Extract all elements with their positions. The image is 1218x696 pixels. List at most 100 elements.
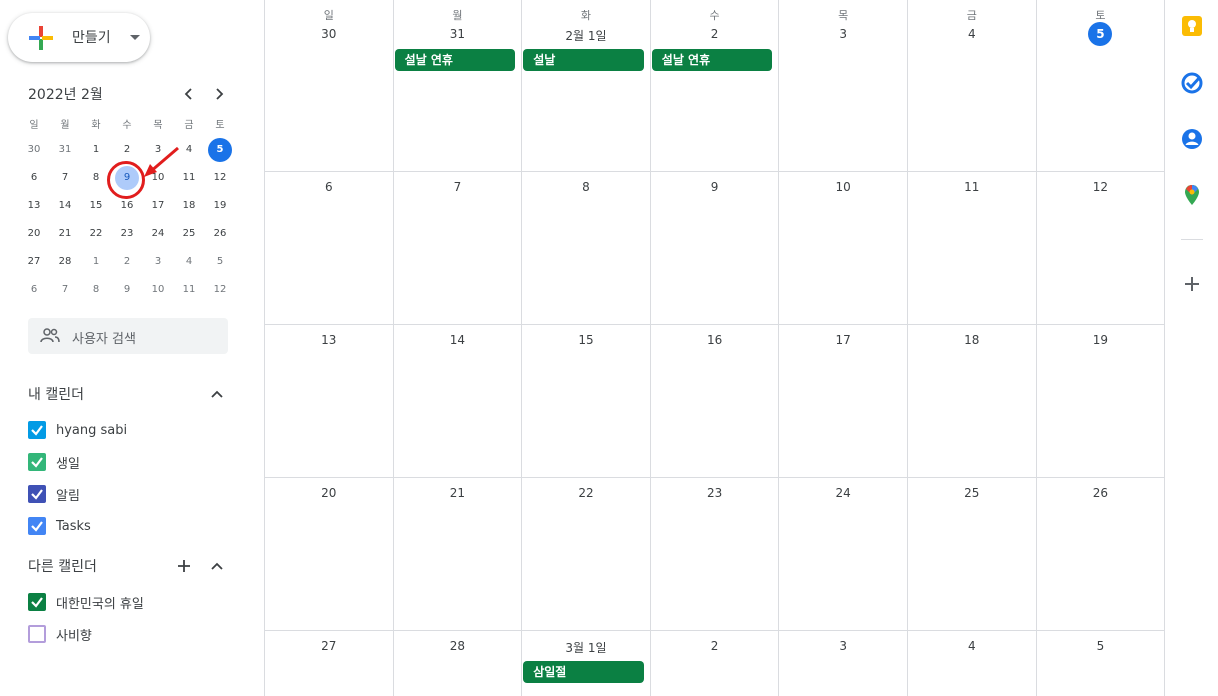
event-chip[interactable]: 설날 연휴 [394,49,516,71]
day-cell[interactable]: 20 [265,478,394,630]
day-cell[interactable]: 27 [265,631,394,696]
mini-day-cell[interactable]: 19 [205,194,235,218]
mini-day-cell[interactable]: 28 [50,250,80,274]
mini-day-cell[interactable]: 21 [50,222,80,246]
day-cell[interactable]: 12 [1037,172,1166,324]
calendar-checkbox[interactable] [28,593,46,611]
day-number[interactable]: 17 [836,333,851,347]
mini-day-cell[interactable]: 1 [81,250,111,274]
day-number[interactable]: 26 [1093,486,1108,500]
day-cell[interactable]: 14 [394,325,523,477]
day-number[interactable]: 27 [321,639,336,653]
day-cell[interactable]: 16 [651,325,780,477]
day-number[interactable]: 4 [968,639,976,653]
day-cell[interactable]: 2 [651,631,780,696]
day-number[interactable]: 16 [707,333,722,347]
mini-day-cell[interactable]: 20 [19,222,49,246]
mini-day-cell[interactable]: 13 [19,194,49,218]
mini-next-month-button[interactable] [209,84,229,104]
day-cell[interactable]: 13 [265,325,394,477]
day-number[interactable]: 19 [1093,333,1108,347]
mini-day-cell[interactable]: 3 [143,250,173,274]
mini-day-cell[interactable]: 14 [50,194,80,218]
day-number[interactable]: 4 [968,27,976,41]
mini-day-cell[interactable]: 5 [205,138,235,162]
mini-day-cell[interactable]: 4 [174,250,204,274]
day-number[interactable]: 3월 1일 [565,641,606,655]
mini-day-cell[interactable]: 23 [112,222,142,246]
day-number[interactable]: 23 [707,486,722,500]
day-number[interactable]: 24 [836,486,851,500]
day-cell[interactable]: 24 [779,478,908,630]
day-number[interactable]: 7 [454,180,462,194]
calendar-list-item[interactable]: 사비향 [28,622,92,646]
day-cell[interactable]: 4 [908,631,1037,696]
day-cell[interactable]: 목3 [779,0,908,171]
day-cell[interactable]: 28 [394,631,523,696]
day-cell[interactable]: 금4 [908,0,1037,171]
calendar-list-item[interactable]: 대한민국의 휴일 [28,590,144,614]
mini-day-cell[interactable]: 2 [112,138,142,162]
mini-day-cell[interactable]: 6 [19,166,49,190]
day-number[interactable]: 2 [711,27,719,41]
day-number[interactable]: 14 [450,333,465,347]
add-addon-icon[interactable] [1181,273,1203,295]
day-cell[interactable]: 22 [522,478,651,630]
calendar-list-item[interactable]: 알림 [28,482,80,506]
day-cell[interactable]: 5 [1037,631,1166,696]
mini-day-cell[interactable]: 24 [143,222,173,246]
day-number[interactable]: 10 [836,180,851,194]
day-number[interactable]: 3 [839,639,847,653]
mini-day-cell[interactable]: 31 [50,138,80,162]
calendar-list-item[interactable]: hyang sabi [28,418,127,442]
mini-day-cell[interactable]: 2 [112,250,142,274]
mini-day-cell[interactable]: 8 [81,278,111,302]
day-number[interactable]: 2 [711,639,719,653]
mini-day-cell[interactable]: 7 [50,278,80,302]
day-cell[interactable]: 3 [779,631,908,696]
day-cell[interactable]: 17 [779,325,908,477]
day-cell[interactable]: 6 [265,172,394,324]
keep-icon[interactable] [1181,15,1203,37]
mini-day-cell[interactable]: 7 [50,166,80,190]
day-number[interactable]: 30 [321,27,336,41]
day-cell[interactable]: 9 [651,172,780,324]
day-cell[interactable]: 월 31 [394,0,523,171]
mini-day-cell[interactable]: 17 [143,194,173,218]
calendar-checkbox[interactable] [28,625,46,643]
day-number[interactable]: 28 [450,639,465,653]
contacts-icon[interactable] [1181,128,1203,150]
mini-prev-month-button[interactable] [179,84,199,104]
mini-day-cell[interactable]: 11 [174,278,204,302]
mini-day-cell[interactable]: 15 [81,194,111,218]
day-number[interactable]: 20 [321,486,336,500]
mini-day-cell[interactable]: 12 [205,166,235,190]
day-cell[interactable]: 15 [522,325,651,477]
day-number[interactable]: 25 [964,486,979,500]
day-number[interactable]: 31 [450,27,465,41]
calendar-list-item[interactable]: 생일 [28,450,80,474]
calendar-checkbox[interactable] [28,453,46,471]
day-number[interactable]: 12 [1093,180,1108,194]
day-cell[interactable]: 21 [394,478,523,630]
day-number[interactable]: 2월 1일 [565,29,606,43]
day-cell[interactable]: 26 [1037,478,1166,630]
day-number[interactable]: 18 [964,333,979,347]
day-cell[interactable]: 18 [908,325,1037,477]
mini-day-cell[interactable]: 10 [143,278,173,302]
day-number[interactable]: 6 [325,180,333,194]
day-cell[interactable]: 11 [908,172,1037,324]
maps-icon[interactable] [1181,184,1203,206]
day-number[interactable]: 5 [1097,639,1105,653]
calendar-checkbox[interactable] [28,421,46,439]
day-cell[interactable]: 일 30 [265,0,394,171]
mini-day-cell[interactable]: 30 [19,138,49,162]
calendar-checkbox[interactable] [28,485,46,503]
day-number[interactable]: 9 [711,180,719,194]
day-number[interactable]: 11 [964,180,979,194]
day-cell[interactable]: 화 2월 1일 [522,0,651,171]
day-number[interactable]: 22 [578,486,593,500]
day-number[interactable]: 5 [1088,22,1113,46]
day-number[interactable]: 13 [321,333,336,347]
calendar-list-item[interactable]: Tasks [28,514,91,538]
